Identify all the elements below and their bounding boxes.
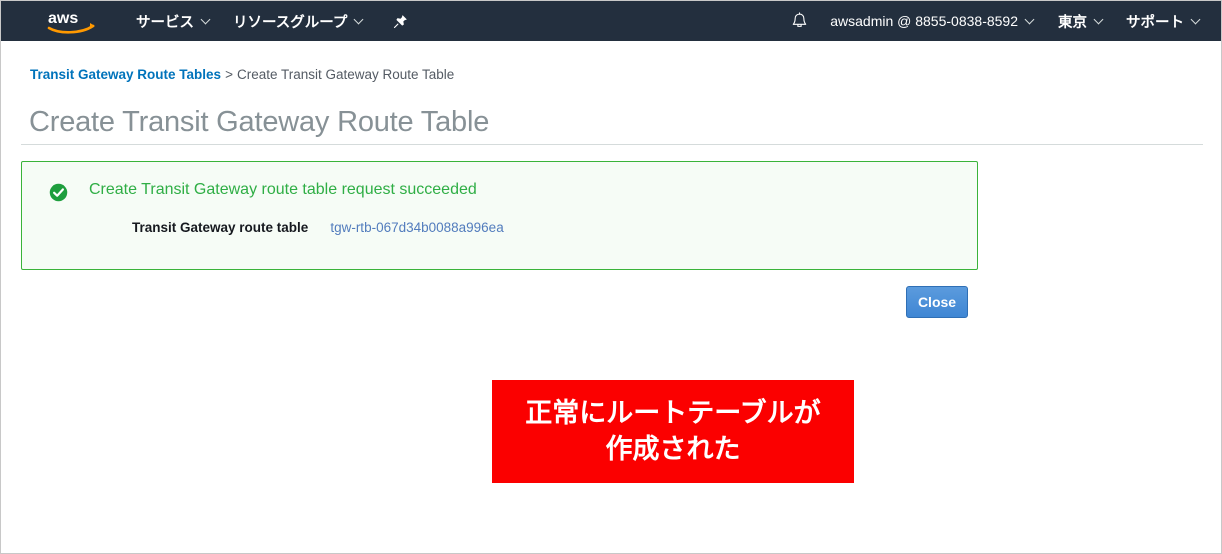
close-button[interactable]: Close bbox=[906, 286, 968, 318]
breadcrumb-separator: > bbox=[225, 67, 233, 82]
success-alert-detail: Transit Gateway route table tgw-rtb-067d… bbox=[132, 220, 504, 235]
nav-resource-groups-menu[interactable]: リソースグループ bbox=[222, 1, 375, 41]
nav-region-menu[interactable]: 東京 bbox=[1047, 1, 1115, 41]
breadcrumb-current: Create Transit Gateway Route Table bbox=[237, 67, 454, 82]
page-title: Create Transit Gateway Route Table bbox=[29, 106, 489, 139]
bell-icon[interactable] bbox=[780, 1, 818, 41]
detail-label: Transit Gateway route table bbox=[132, 220, 308, 235]
chevron-down-icon bbox=[1095, 16, 1104, 25]
pushpin-icon[interactable] bbox=[383, 1, 417, 41]
chevron-down-icon bbox=[1192, 16, 1201, 25]
aws-logo-icon[interactable]: aws bbox=[47, 8, 99, 34]
nav-account-label: awsadmin @ 8855-0838-8592 bbox=[830, 13, 1018, 29]
nav-region-label: 東京 bbox=[1058, 11, 1087, 32]
nav-left-group: aws サービス リソースグループ bbox=[1, 1, 417, 41]
chevron-down-icon bbox=[202, 16, 211, 25]
svg-text:aws: aws bbox=[48, 10, 78, 27]
aws-console-page: aws サービス リソースグループ bbox=[0, 0, 1222, 554]
success-alert-heading: Create Transit Gateway route table reque… bbox=[89, 181, 477, 199]
nav-services-label: サービス bbox=[136, 11, 194, 32]
annotation-line-1: 正常にルートテーブルが bbox=[525, 396, 820, 432]
title-divider bbox=[21, 144, 1203, 145]
nav-support-label: サポート bbox=[1126, 11, 1184, 32]
breadcrumb-parent-link[interactable]: Transit Gateway Route Tables bbox=[30, 67, 221, 82]
nav-services-menu[interactable]: サービス bbox=[125, 1, 222, 41]
chevron-down-icon bbox=[1026, 16, 1035, 25]
nav-account-menu[interactable]: awsadmin @ 8855-0838-8592 bbox=[818, 1, 1047, 41]
success-alert: Create Transit Gateway route table reque… bbox=[21, 161, 978, 270]
nav-support-menu[interactable]: サポート bbox=[1115, 1, 1221, 41]
breadcrumb: Transit Gateway Route Tables > Create Tran… bbox=[30, 67, 454, 82]
chevron-down-icon bbox=[355, 16, 364, 25]
route-table-id-link[interactable]: tgw-rtb-067d34b0088a996ea bbox=[330, 220, 503, 235]
annotation-line-2: 作成された bbox=[606, 432, 741, 468]
success-check-icon bbox=[49, 183, 68, 202]
nav-right-group: awsadmin @ 8855-0838-8592 東京 サポート bbox=[780, 1, 1221, 41]
nav-resource-groups-label: リソースグループ bbox=[233, 11, 347, 32]
top-navigation-bar: aws サービス リソースグループ bbox=[1, 1, 1221, 41]
annotation-callout: 正常にルートテーブルが 作成された bbox=[492, 380, 854, 483]
